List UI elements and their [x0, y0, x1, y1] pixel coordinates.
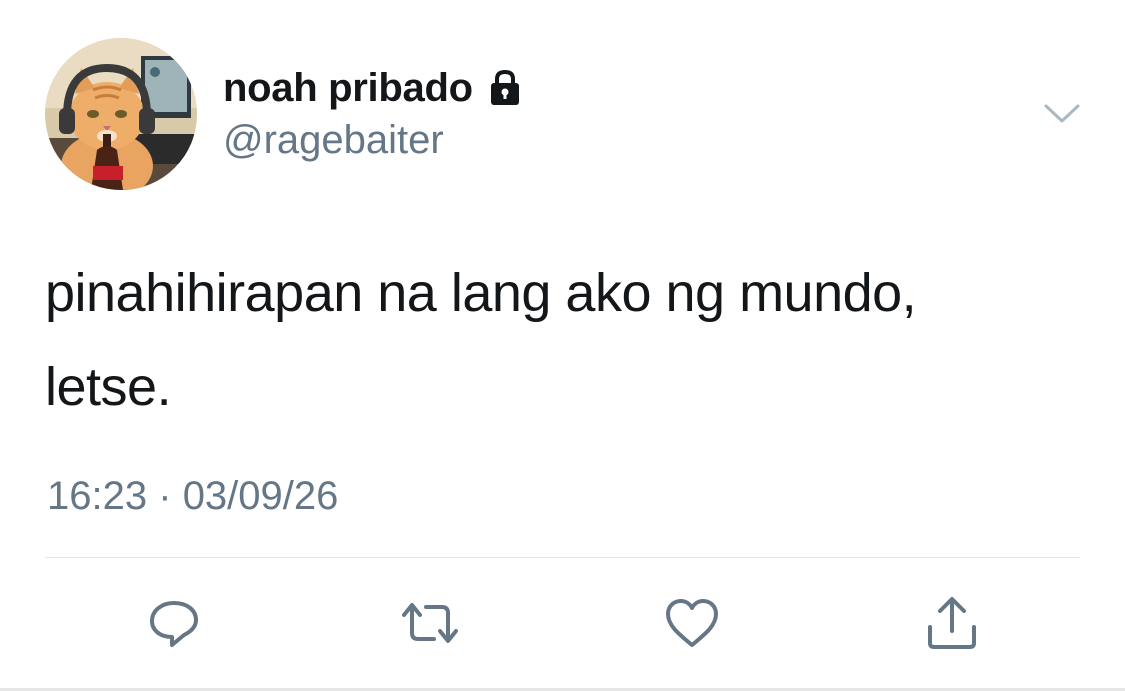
lock-icon: [485, 68, 525, 108]
share-icon: [928, 597, 976, 649]
tweet-text-line: letse.: [45, 357, 172, 417]
retweet-button[interactable]: [398, 592, 462, 654]
reply-icon: [150, 601, 198, 647]
like-button[interactable]: [660, 592, 724, 654]
divider: [45, 557, 1080, 558]
retweet-icon: [402, 603, 458, 643]
tweet-timestamp[interactable]: 16:23 · 03/09/26: [47, 474, 338, 519]
tweet-time: 16:23: [47, 474, 148, 518]
share-button[interactable]: [920, 592, 984, 654]
author-name-row: noah pribado: [223, 62, 525, 114]
cat-avatar-image: [45, 38, 197, 190]
tweet-date: 03/09/26: [182, 474, 339, 518]
handle[interactable]: @ragebaiter: [223, 118, 444, 163]
tweet-text-line: pinahihirapan na lang ako ng mundo,: [45, 263, 917, 323]
chevron-down-icon[interactable]: [1040, 96, 1084, 132]
display-name[interactable]: noah pribado: [223, 66, 473, 111]
avatar[interactable]: [45, 38, 197, 190]
like-icon: [666, 599, 718, 647]
tweet-text: pinahihirapan na lang ako ng mundo, lets…: [45, 246, 1075, 434]
meta-separator: ·: [158, 474, 172, 518]
reply-button[interactable]: [142, 592, 206, 654]
